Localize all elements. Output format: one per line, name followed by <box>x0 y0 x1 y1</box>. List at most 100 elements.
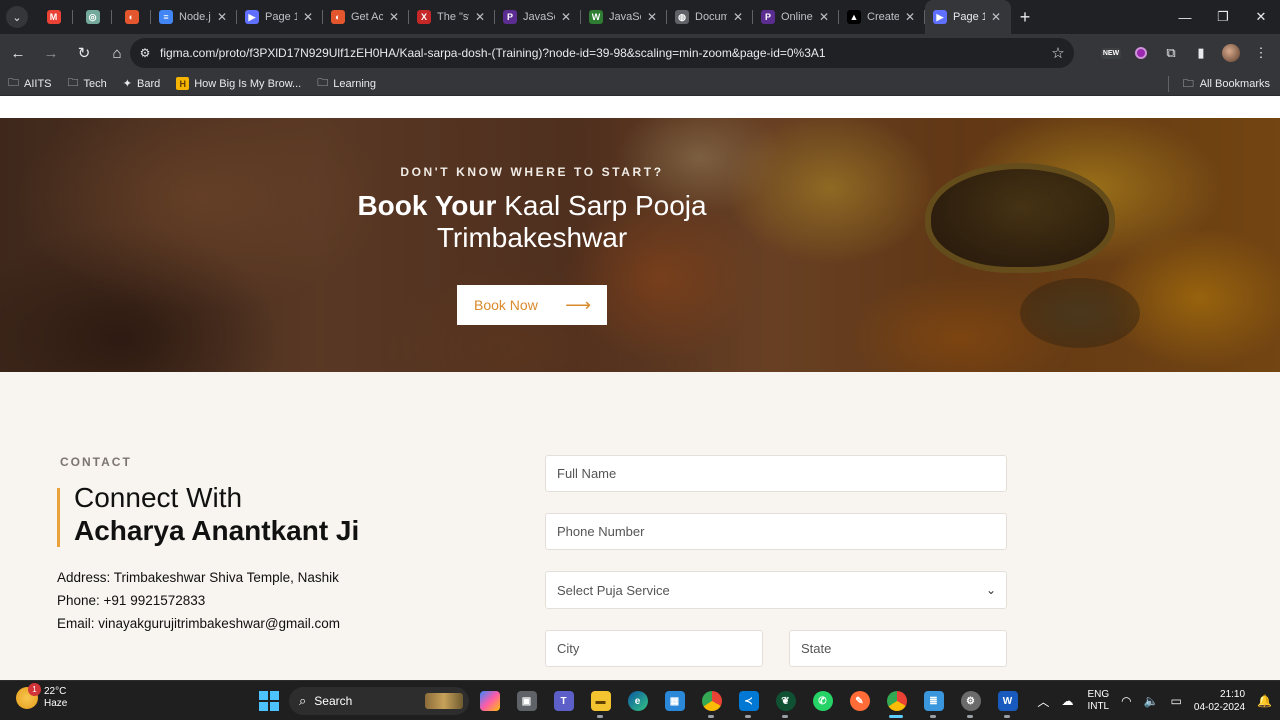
close-tab-icon[interactable]: ✕ <box>301 10 315 24</box>
close-tab-icon[interactable]: ✕ <box>817 10 831 24</box>
full-name-input[interactable]: Full Name <box>545 455 1007 492</box>
close-tab-icon[interactable]: ✕ <box>989 10 1003 24</box>
browser-tab[interactable]: ▶ Page 1 ✕ <box>925 0 1011 34</box>
browser-tab[interactable]: W JavaScri ✕ <box>581 0 667 34</box>
all-bookmarks[interactable]: 🗀 All Bookmarks <box>1167 72 1270 96</box>
minimize-icon[interactable]: — <box>1166 0 1204 34</box>
close-tab-icon[interactable]: ✕ <box>215 10 229 24</box>
new-tab-button[interactable]: + <box>1011 3 1039 31</box>
reload-button[interactable]: ↻ <box>69 38 99 68</box>
window-controls: — ❐ ✕ <box>1166 0 1280 34</box>
chrome-profile-app[interactable] <box>878 681 915 720</box>
teams-app[interactable]: T <box>545 681 582 720</box>
start-button[interactable] <box>250 681 287 720</box>
bookmark-item[interactable]: 🗀 AIITS <box>8 74 52 93</box>
home-button[interactable]: ⌂ <box>102 38 132 68</box>
bookmark-item[interactable]: ✦ Bard <box>122 77 160 91</box>
chevron-up-icon[interactable]: ︿ <box>1037 693 1049 710</box>
file-explorer-app[interactable]: ▬ <box>582 681 619 720</box>
taskbar-search[interactable]: ⌕ Search <box>289 687 469 715</box>
browser-tab[interactable]: ◐ <box>112 0 151 34</box>
edge-app[interactable]: e <box>619 681 656 720</box>
close-tab-icon[interactable]: ✕ <box>903 10 917 24</box>
browser-tab[interactable]: ▶ Page 1 ✕ <box>237 0 323 34</box>
bookmark-item[interactable]: 🗀 Tech <box>68 74 107 93</box>
clock-date: 04-02-2024 <box>1193 702 1246 713</box>
mongodb-app[interactable]: ❦ <box>767 681 804 720</box>
app-icon: ◐ <box>124 10 139 24</box>
copilot-app[interactable] <box>471 681 508 720</box>
close-tab-icon[interactable]: ✕ <box>645 10 659 24</box>
bookmark-item[interactable]: 🗀 Learning <box>317 74 376 93</box>
task-view-app[interactable]: ▣ <box>508 681 545 720</box>
site-info-icon[interactable]: ⚙ <box>130 46 160 60</box>
battery-icon[interactable]: ▭ <box>1171 694 1182 708</box>
browser-tab[interactable]: P JavaScri ✕ <box>495 0 581 34</box>
book-now-button[interactable]: Book Now ⟶ <box>457 285 607 325</box>
hero-title-line2: Trimbakeshwar <box>436 222 628 253</box>
chrome-app[interactable] <box>693 681 730 720</box>
hero-title-bold: Book Your <box>357 190 497 221</box>
back-button[interactable]: ← <box>3 38 33 68</box>
tab-title: The "sw <box>437 11 469 23</box>
browser-tab[interactable]: ◐ Get Acti ✕ <box>323 0 409 34</box>
docs-icon: ≡ <box>159 10 173 24</box>
tab-title: JavaScri <box>609 11 641 23</box>
browser-tab[interactable]: ◍ Docume ✕ <box>667 0 753 34</box>
side-panel-icon[interactable]: ▮ <box>1186 38 1216 68</box>
contact-label: CONTACT <box>60 455 132 469</box>
address-bar[interactable]: ⚙ figma.com/proto/f3PXlD17N929Ulf1zEH0HA… <box>130 38 1074 68</box>
extensions-puzzle-icon[interactable]: ⧉ <box>1156 38 1186 68</box>
close-window-icon[interactable]: ✕ <box>1242 0 1280 34</box>
tab-search-button[interactable]: ⌄ <box>0 0 34 34</box>
settings-app[interactable]: ⚙ <box>952 681 989 720</box>
weather-widget[interactable]: 1 22°C Haze <box>16 683 67 710</box>
bookmark-star-icon[interactable]: ☆ <box>1042 44 1074 62</box>
close-tab-icon[interactable]: ✕ <box>473 10 487 24</box>
bookmark-label: How Big Is My Brow... <box>194 77 302 90</box>
profile-avatar[interactable] <box>1216 38 1246 68</box>
onedrive-cloud-icon[interactable]: ☁ <box>1061 694 1073 708</box>
wifi-icon[interactable]: ◠ <box>1121 694 1131 708</box>
bookmark-item[interactable]: H How Big Is My Brow... <box>176 77 301 90</box>
browser-tab[interactable]: P Online J ✕ <box>753 0 839 34</box>
contact-phone: Phone: +91 9921572833 <box>57 593 206 608</box>
word-app[interactable]: W <box>989 681 1026 720</box>
forward-button[interactable]: → <box>36 38 66 68</box>
menu-kebab-icon[interactable]: ⋮ <box>1246 38 1276 68</box>
chrome-icon <box>886 691 907 711</box>
tab-title: Page 1 <box>953 11 985 23</box>
browser-tab[interactable]: X The "sw ✕ <box>409 0 495 34</box>
toolbar-extensions: NEW ⧉ ▮ ⋮ <box>1096 38 1276 68</box>
volume-icon[interactable]: 🔈 <box>1144 694 1159 708</box>
clock[interactable]: 21:10 04-02-2024 <box>1194 688 1245 714</box>
new-extension-icon[interactable]: NEW <box>1096 38 1126 68</box>
browser-tab[interactable]: ≡ Node.js ✕ <box>151 0 237 34</box>
notification-bell-icon[interactable]: 🔔 <box>1257 694 1272 708</box>
purple-extension-icon[interactable] <box>1126 38 1156 68</box>
vscode-app[interactable]: ≺ <box>730 681 767 720</box>
language-indicator[interactable]: ENG INTL <box>1087 689 1109 713</box>
state-input[interactable]: State <box>789 630 1007 667</box>
browser-tab[interactable]: M <box>34 0 73 34</box>
postman-app[interactable]: ✎ <box>841 681 878 720</box>
close-tab-icon[interactable]: ✕ <box>559 10 573 24</box>
hero-title: Book Your Kaal Sarp Pooja Trimbakeshwar <box>0 190 1064 254</box>
bard-icon: ✦ <box>122 78 132 90</box>
restore-icon[interactable]: ❐ <box>1204 0 1242 34</box>
notepad-app[interactable]: ≣ <box>915 681 952 720</box>
puja-service-select[interactable]: Select Puja Service ⌄ <box>545 571 1007 609</box>
city-input[interactable]: City <box>545 630 763 667</box>
browser-tab[interactable]: ◎ <box>73 0 112 34</box>
store-app[interactable]: ▦ <box>656 681 693 720</box>
url-text[interactable]: figma.com/proto/f3PXlD17N929Ulf1zEH0HA/K… <box>160 46 1042 60</box>
browser-tab[interactable]: ▲ Create N ✕ <box>839 0 925 34</box>
close-tab-icon[interactable]: ✕ <box>387 10 401 24</box>
taskbar-apps: ⌕ Search ▣ T ▬ e ▦ ≺ ❦ ✆ ✎ ≣ ⚙ W <box>250 681 1026 720</box>
phone-number-input[interactable]: Phone Number <box>545 513 1007 550</box>
whatsapp-app[interactable]: ✆ <box>804 681 841 720</box>
gear-icon: ⚙ <box>960 691 981 711</box>
close-tab-icon[interactable]: ✕ <box>731 10 745 24</box>
city-placeholder: City <box>557 641 580 656</box>
whatsapp-icon: ✆ <box>812 691 833 711</box>
